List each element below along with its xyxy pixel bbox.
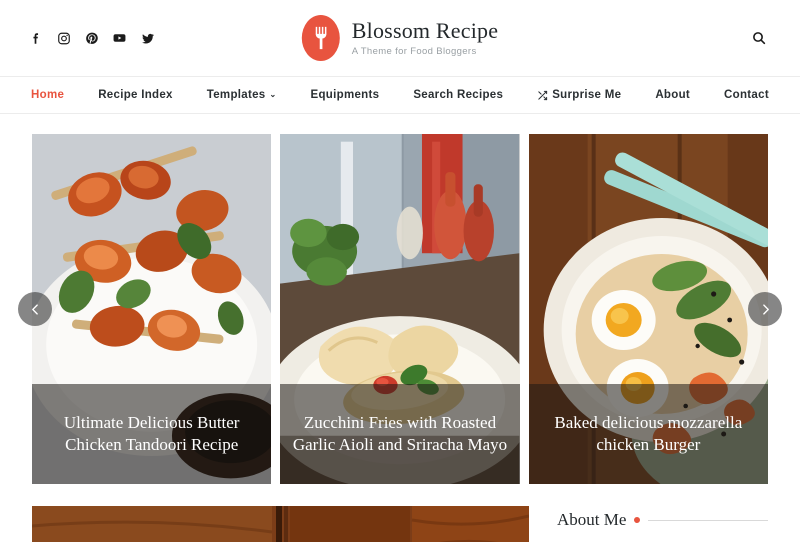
twitter-icon[interactable]	[140, 31, 155, 46]
nav-label: About	[655, 89, 691, 101]
nav-item-search-recipes[interactable]: Search Recipes	[396, 89, 520, 101]
sidebar: About Me	[557, 506, 768, 542]
nav-label: Recipe Index	[98, 89, 173, 101]
chevron-left-icon	[31, 303, 38, 315]
nav-label: Templates	[206, 89, 266, 101]
site-tagline: A Theme for Food Bloggers	[351, 45, 477, 57]
slide-title: Baked delicious mozzarella chicken Burge…	[554, 413, 743, 454]
facebook-icon[interactable]	[28, 31, 43, 46]
nav-item-equipments[interactable]: Equipments	[294, 89, 397, 101]
post-list	[32, 506, 529, 542]
slide-caption: Zucchini Fries with Roasted Garlic Aioli…	[280, 384, 520, 484]
widget-about-me-header: About Me	[557, 510, 768, 530]
nav-item-templates[interactable]: Templates ⌄	[190, 89, 294, 101]
chevron-down-icon: ⌄	[269, 90, 277, 99]
social-links	[28, 31, 155, 46]
post-featured-image[interactable]	[32, 506, 529, 542]
nav-label: Search Recipes	[413, 89, 504, 101]
instagram-icon[interactable]	[56, 31, 71, 46]
nav-item-surprise-me[interactable]: Surprise Me	[520, 89, 638, 101]
nav-item-contact[interactable]: Contact	[707, 89, 786, 101]
slide-caption: Ultimate Delicious Butter Chicken Tandoo…	[32, 384, 272, 484]
youtube-icon[interactable]	[112, 31, 127, 46]
primary-navigation: Home Recipe Index Templates ⌄ Equipments…	[0, 76, 800, 114]
slide-title: Zucchini Fries with Roasted Garlic Aioli…	[292, 413, 508, 454]
slide-title: Ultimate Delicious Butter Chicken Tandoo…	[63, 413, 240, 454]
site-title: Blossom Recipe	[351, 18, 499, 44]
fork-in-circle-icon	[301, 15, 340, 61]
nav-item-recipe-index[interactable]: Recipe Index	[81, 89, 190, 101]
nav-item-home[interactable]: Home	[14, 89, 81, 101]
nav-label: Contact	[724, 89, 769, 101]
site-header: Blossom Recipe A Theme for Food Bloggers	[0, 0, 800, 76]
search-icon[interactable]	[748, 27, 770, 49]
slide-item[interactable]: Ultimate Delicious Butter Chicken Tandoo…	[32, 134, 272, 484]
slider-track: Ultimate Delicious Butter Chicken Tandoo…	[32, 134, 768, 484]
nav-label: Surprise Me	[552, 89, 622, 101]
slide-item[interactable]: Zucchini Fries with Roasted Garlic Aioli…	[280, 134, 520, 484]
site-branding[interactable]: Blossom Recipe A Theme for Food Bloggers	[301, 15, 499, 61]
featured-slider: Ultimate Delicious Butter Chicken Tandoo…	[0, 134, 800, 484]
shuffle-icon	[537, 90, 548, 101]
nav-label: Home	[31, 89, 65, 101]
slide-caption: Baked delicious mozzarella chicken Burge…	[528, 384, 768, 484]
slide-item[interactable]: Baked delicious mozzarella chicken Burge…	[528, 134, 768, 484]
chevron-right-icon	[762, 303, 769, 315]
pinterest-icon[interactable]	[84, 31, 99, 46]
widget-title-text: About Me	[557, 510, 627, 529]
slider-next-button[interactable]	[748, 292, 782, 326]
widget-accent-dot	[634, 517, 641, 523]
nav-item-about[interactable]: About	[638, 89, 707, 101]
slider-prev-button[interactable]	[18, 292, 52, 326]
nav-label: Equipments	[310, 89, 380, 101]
content-area: About Me	[0, 484, 800, 542]
widget-divider	[648, 519, 768, 521]
